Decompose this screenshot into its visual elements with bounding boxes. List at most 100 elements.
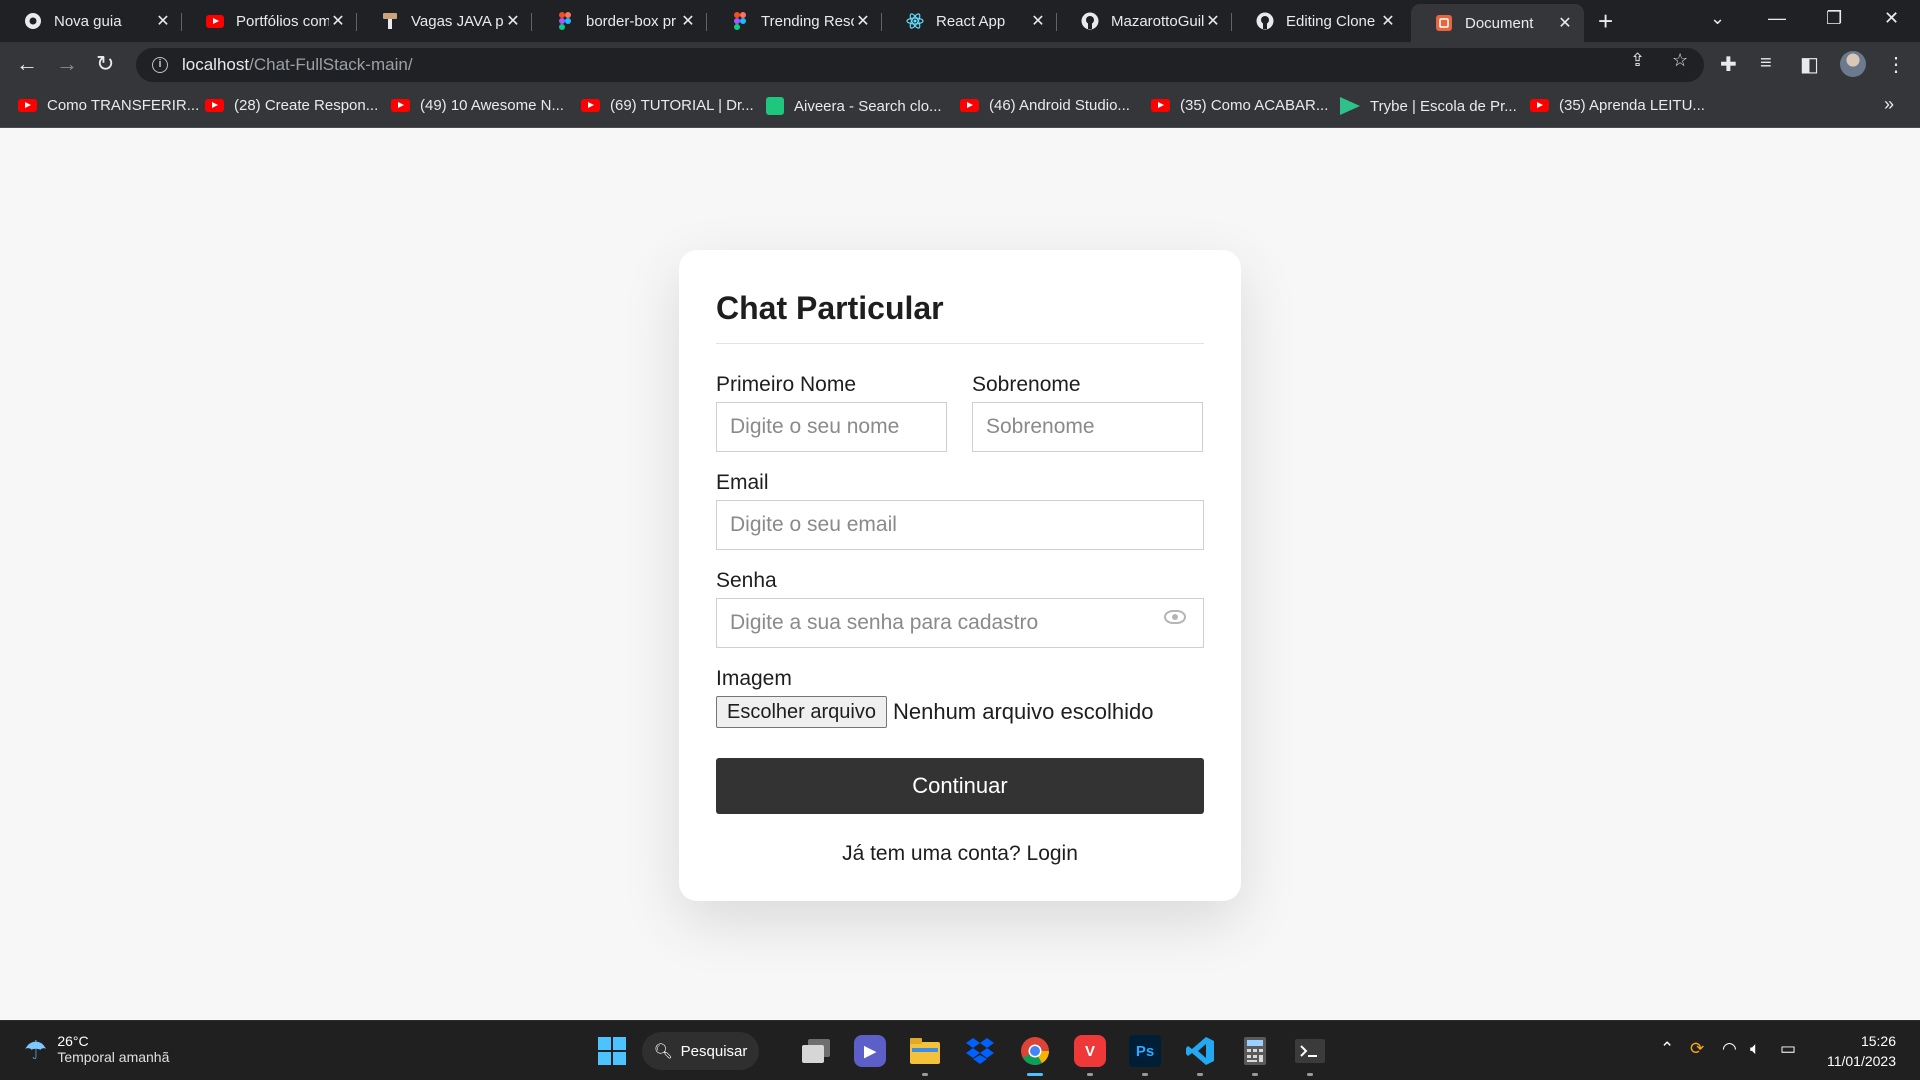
first-name-input[interactable] [716, 402, 947, 452]
title-divider [716, 343, 1204, 344]
close-icon[interactable]: ✕ [1204, 11, 1222, 31]
terminal-icon[interactable] [1294, 1035, 1326, 1067]
vivaldi-icon[interactable]: V [1074, 1035, 1106, 1067]
tab-trending-resources[interactable]: Trending Reso ✕ [707, 4, 882, 38]
chevron-up-icon[interactable]: ⌃ [1660, 1039, 1674, 1059]
bookmark-item[interactable]: (49) 10 Awesome N... [391, 97, 564, 114]
forecast: Temporal amanhã [57, 1049, 170, 1065]
tab-title: Trending Reso [761, 12, 854, 30]
bookmark-label: (46) Android Studio... [989, 97, 1130, 114]
file-explorer-icon[interactable] [909, 1035, 941, 1067]
tab-nova-guia[interactable]: Nova guia ✕ [0, 4, 182, 38]
tab-title: MazarottoGuil [1111, 12, 1204, 30]
continue-button[interactable]: Continuar [716, 758, 1204, 814]
wifi-icon[interactable]: ◠ [1722, 1039, 1737, 1059]
reload-icon[interactable]: ↻ [96, 52, 114, 76]
system-clock[interactable]: 15:26 11/01/2023 [1816, 1031, 1896, 1071]
side-panel-icon[interactable]: ◧ [1800, 52, 1819, 77]
eye-icon[interactable] [1164, 610, 1186, 624]
password-input[interactable] [716, 598, 1204, 648]
profile-avatar[interactable] [1840, 51, 1866, 77]
windows-taskbar: ☂ 26°C Temporal amanhã 🔍︎ Pesquisar ▶ V … [0, 1020, 1920, 1080]
clock-time: 15:26 [1860, 1033, 1896, 1049]
register-card: Chat Particular Primeiro Nome Sobrenome … [679, 250, 1241, 901]
extensions-puzzle-icon[interactable]: ✚ [1720, 52, 1737, 77]
volume-icon[interactable]: 🔈︎ [1750, 1039, 1760, 1059]
minimize-icon[interactable]: — [1768, 8, 1786, 29]
bookmark-item[interactable]: Aiveera - Search clo... [766, 97, 942, 115]
tab-border-box[interactable]: border-box pr ✕ [532, 4, 707, 38]
tab-vagas-java[interactable]: Vagas JAVA pa ✕ [357, 4, 532, 38]
bookmark-item[interactable]: (46) Android Studio... [960, 97, 1130, 114]
close-icon[interactable]: ✕ [329, 11, 347, 31]
close-icon[interactable]: ✕ [854, 11, 872, 31]
weather-widget[interactable]: ☂ 26°C Temporal amanhã [24, 1033, 169, 1067]
tab-title: React App [936, 12, 1006, 30]
bookmark-item[interactable]: (69) TUTORIAL | Dr... [581, 97, 754, 114]
new-tab-plus-icon[interactable]: + [1598, 8, 1613, 34]
active-indicator [1027, 1073, 1043, 1076]
restore-icon[interactable]: ❐ [1826, 8, 1842, 29]
bookmark-item[interactable]: Como TRANSFERIR... [18, 97, 199, 114]
close-icon[interactable]: ✕ [154, 11, 172, 31]
login-prompt-text: Já tem uma conta? [842, 842, 1021, 865]
email-group: Email [716, 470, 1204, 550]
media-queue-icon[interactable]: ≡ [1760, 52, 1772, 75]
running-indicator [1087, 1073, 1093, 1076]
address-bar[interactable]: i localhost/Chat-FullStack-main/ [136, 48, 1704, 82]
dropbox-icon[interactable] [964, 1035, 996, 1067]
tab-title: Document [1465, 14, 1534, 32]
login-link[interactable]: Login [1027, 842, 1078, 865]
taskbar-search[interactable]: 🔍︎ Pesquisar [642, 1032, 759, 1070]
bookmark-item[interactable]: (35) Como ACABAR... [1151, 97, 1328, 114]
aiveera-icon [766, 97, 784, 115]
browser-tab-bar: Nova guia ✕ Portfólios com ✕ Vagas JAVA … [0, 0, 1920, 42]
task-view-icon[interactable] [800, 1035, 832, 1067]
youtube-icon [581, 99, 600, 112]
windows-start-icon[interactable] [596, 1035, 628, 1067]
search-label: Pesquisar [680, 1042, 748, 1060]
close-icon[interactable]: ✕ [1379, 11, 1397, 31]
close-icon[interactable]: ✕ [679, 11, 697, 31]
bookmark-item[interactable]: Trybe | Escola de Pr... [1340, 97, 1517, 115]
hammer-icon [381, 12, 399, 30]
close-icon[interactable]: ✕ [1029, 11, 1047, 31]
chrome-icon[interactable] [1019, 1035, 1051, 1067]
youtube-icon [391, 99, 410, 112]
email-input[interactable] [716, 500, 1204, 550]
back-arrow-icon[interactable]: ← [16, 52, 38, 76]
calculator-icon[interactable] [1239, 1035, 1271, 1067]
tab-react-app[interactable]: React App ✕ [882, 4, 1057, 38]
first-name-label: Primeiro Nome [716, 373, 857, 396]
window-close-icon[interactable]: ✕ [1884, 8, 1899, 29]
share-icon[interactable]: ⇪ [1630, 50, 1645, 71]
site-info-icon[interactable]: i [152, 57, 168, 73]
bookmark-item[interactable]: (35) Aprenda LEITU... [1530, 97, 1705, 114]
tab-portfolios[interactable]: Portfólios com ✕ [182, 4, 357, 38]
tab-document[interactable]: Document ✕ [1411, 4, 1584, 42]
github-icon [1256, 12, 1274, 30]
vscode-icon[interactable] [1184, 1035, 1216, 1067]
choose-file-button[interactable]: Escolher arquivo [716, 696, 887, 728]
bookmark-item[interactable]: (28) Create Respon... [205, 97, 378, 114]
close-icon[interactable]: ✕ [504, 11, 522, 31]
menu-kebab-icon[interactable]: ⋮ [1886, 52, 1906, 77]
close-icon[interactable]: ✕ [1556, 13, 1574, 33]
bookmark-label: (28) Create Respon... [234, 97, 379, 114]
bookmark-star-icon[interactable]: ☆ [1672, 50, 1688, 71]
browser-toolbar: ← → ↻ i localhost/Chat-FullStack-main/ ⇪… [0, 42, 1920, 88]
youtube-icon [206, 12, 224, 30]
last-name-input[interactable] [972, 402, 1203, 452]
tab-editing-clone[interactable]: Editing Clone ✕ [1232, 4, 1407, 38]
page-content: Chat Particular Primeiro Nome Sobrenome … [0, 129, 1920, 1020]
photoshop-icon[interactable]: Ps [1129, 1035, 1161, 1067]
name-row: Primeiro Nome Sobrenome [716, 372, 1204, 452]
teams-chat-icon[interactable]: ▶ [854, 1035, 886, 1067]
forward-arrow-icon[interactable]: → [56, 52, 78, 76]
tab-mazarotto-github[interactable]: MazarottoGuil ✕ [1057, 4, 1232, 38]
bookmarks-overflow-icon[interactable]: » [1884, 94, 1894, 115]
bookmark-label: Como TRANSFERIR... [47, 97, 200, 114]
tab-search-chevron-icon[interactable]: ⌄ [1710, 8, 1725, 29]
battery-icon[interactable]: ▭ [1780, 1039, 1796, 1059]
sync-icon[interactable]: ⟳ [1690, 1039, 1704, 1059]
